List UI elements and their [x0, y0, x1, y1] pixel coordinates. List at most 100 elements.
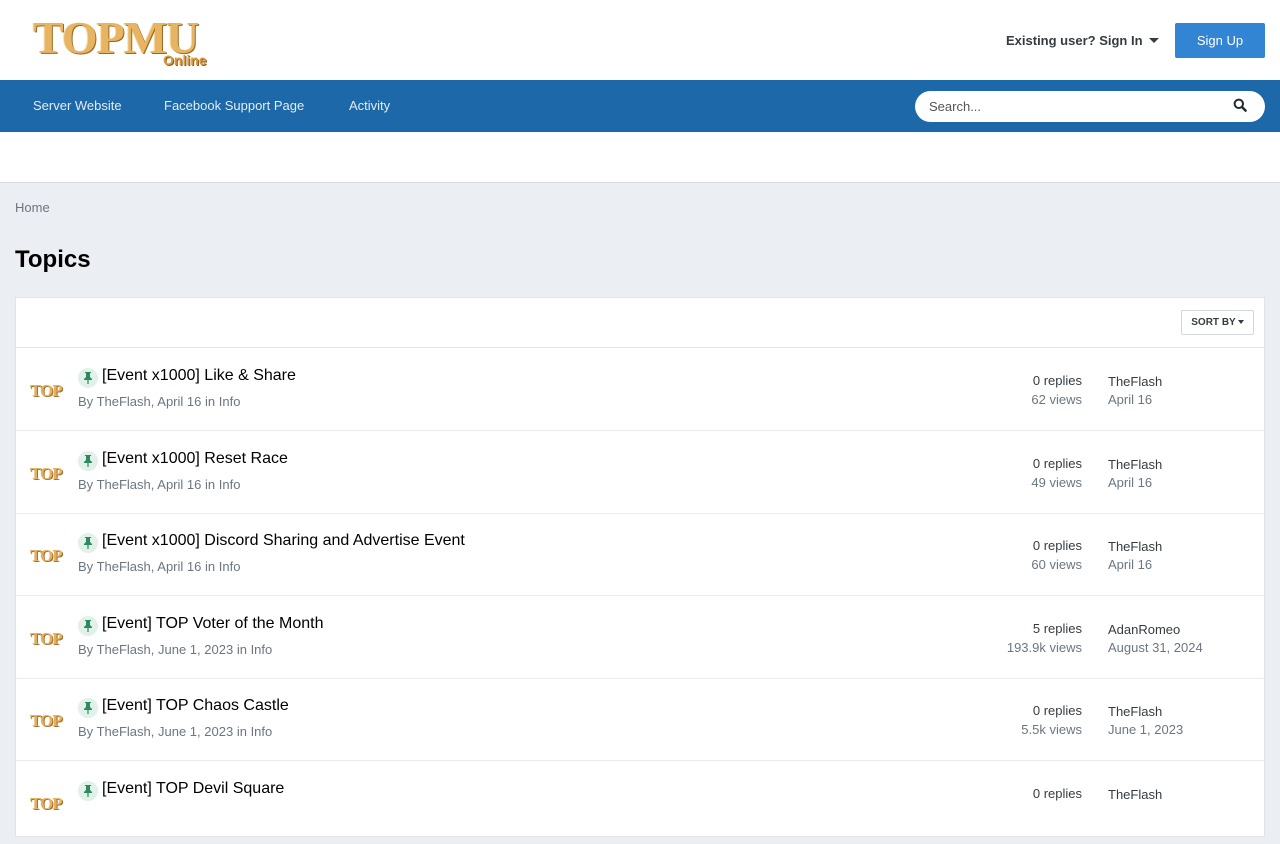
views-count: 49 views: [1031, 475, 1082, 490]
topic-forum-link[interactable]: Info: [219, 559, 241, 574]
sort-by-button[interactable]: SORT BY: [1181, 310, 1254, 335]
in-label: in: [204, 477, 216, 492]
replies-count: 0 replies: [1032, 703, 1082, 718]
topic-author-link[interactable]: TheFlash: [97, 477, 151, 492]
views-count: 62 views: [1031, 392, 1082, 407]
topic-title-link[interactable]: [Event] TOP Voter of the Month: [102, 615, 323, 633]
topic-list-panel: SORT BY TOP [Event x1000] Like & Share By …: [15, 297, 1265, 844]
topic-row[interactable]: TOP [Event] TOP Chaos Castle By TheFlash, …: [16, 678, 1264, 761]
replies-count: 0 replies: [1032, 786, 1082, 801]
views-count: 5.5k views: [1021, 722, 1082, 737]
nav-item-server-website[interactable]: Server Website: [33, 80, 122, 132]
sign-up-button[interactable]: Sign Up: [1175, 23, 1265, 58]
last-post-date: April 16: [1108, 392, 1153, 407]
pinned-icon: [78, 368, 98, 388]
last-post: AdanRomeo August 31, 2024: [1108, 621, 1203, 657]
topic-stats: 0 replies 49 views: [1031, 454, 1082, 492]
topic-forum-link[interactable]: Info: [251, 724, 273, 739]
avatar[interactable]: TOP: [30, 624, 66, 654]
topic-meta: By TheFlash, April 16 in Info: [78, 394, 241, 409]
topic-stats: 0 replies 62 views: [1031, 371, 1082, 409]
logo-subtext: Online: [163, 52, 207, 68]
topic-list-toolbar: SORT BY: [16, 298, 1264, 348]
topic-row[interactable]: TOP [Event x1000] Discord Sharing and Adv…: [16, 513, 1264, 596]
topic-meta: By TheFlash, June 1, 2023 in Info: [78, 724, 273, 739]
topic-title-link[interactable]: [Event x1000] Discord Sharing and Advert…: [102, 532, 465, 550]
topic-forum-link[interactable]: Info: [219, 477, 241, 492]
sign-in-label: Existing user? Sign In: [1006, 33, 1143, 48]
topic-row[interactable]: TOP [Event x1000] Like & Share By TheFlash…: [16, 348, 1264, 431]
topic-title-link[interactable]: [Event] TOP Chaos Castle: [102, 697, 289, 715]
in-label: in: [236, 642, 247, 657]
topic-date: June 1, 2023: [158, 724, 234, 739]
search-box: [915, 91, 1265, 122]
caret-down-icon: [1237, 320, 1244, 324]
topic-date: April 16: [157, 559, 202, 574]
views-count: 193.9k views: [1006, 640, 1082, 655]
avatar[interactable]: TOP: [30, 541, 66, 571]
by-label: By: [78, 477, 94, 492]
in-label: in: [204, 559, 216, 574]
site-header: TOPMU Online Existing user? Sign In Sign…: [0, 0, 1280, 80]
breadcrumb-home[interactable]: Home: [15, 200, 50, 215]
topic-forum-link[interactable]: Info: [251, 642, 273, 657]
replies-count: 0 replies: [1032, 373, 1082, 388]
topic-date: June 1, 2023: [158, 642, 234, 657]
views-count: 60 views: [1031, 557, 1082, 572]
last-post-user-link[interactable]: TheFlash: [1108, 786, 1162, 804]
topic-title-link[interactable]: [Event x1000] Like & Share: [102, 367, 296, 385]
topic-title-link[interactable]: [Event x1000] Reset Race: [102, 450, 288, 468]
last-post-date: April 16: [1108, 557, 1153, 572]
avatar[interactable]: TOP: [30, 376, 66, 406]
last-post: TheFlash April 16: [1108, 373, 1162, 409]
topic-row[interactable]: TOP [Event] TOP Voter of the Month By TheF…: [16, 596, 1264, 679]
replies-count: 5 replies: [1032, 621, 1082, 636]
topic-stats: 5 replies 193.9k views: [1007, 619, 1082, 657]
last-post: TheFlash: [1108, 786, 1162, 804]
topic-author-link[interactable]: TheFlash: [97, 642, 151, 657]
topic-row[interactable]: TOP [Event] TOP Devil Square 0 replies TheF…: [16, 761, 1264, 844]
page-title: Topics: [15, 246, 91, 273]
sign-in-dropdown[interactable]: Existing user? Sign In: [1006, 33, 1159, 48]
avatar[interactable]: TOP: [30, 459, 66, 489]
last-post: TheFlash April 16: [1108, 456, 1162, 492]
topic-title-link[interactable]: [Event] TOP Devil Square: [102, 780, 284, 798]
nav-item-activity[interactable]: Activity: [349, 80, 390, 132]
in-label: in: [236, 724, 247, 739]
avatar[interactable]: TOP: [30, 706, 66, 736]
pinned-icon: [78, 451, 98, 471]
topic-stats: 0 replies 5.5k views: [1021, 701, 1082, 739]
last-post-user-link[interactable]: TheFlash: [1108, 703, 1183, 721]
topic-stats: 0 replies 60 views: [1031, 536, 1082, 574]
last-post-user-link[interactable]: TheFlash: [1108, 456, 1162, 474]
last-post-date: April 16: [1108, 475, 1153, 490]
pinned-icon: [78, 616, 98, 636]
pinned-icon: [78, 533, 98, 553]
replies-count: 0 replies: [1032, 538, 1082, 553]
avatar[interactable]: TOP: [30, 789, 66, 819]
in-label: in: [204, 394, 216, 409]
topic-stats: 0 replies: [1033, 784, 1082, 803]
topic-author-link[interactable]: TheFlash: [97, 724, 151, 739]
search-icon[interactable]: [1233, 98, 1251, 116]
topic-meta: By TheFlash, June 1, 2023 in Info: [78, 642, 273, 657]
nav-item-facebook-support[interactable]: Facebook Support Page: [164, 80, 304, 132]
topic-author-link[interactable]: TheFlash: [97, 559, 151, 574]
topic-author-link[interactable]: TheFlash: [97, 394, 151, 409]
by-label: By: [78, 394, 94, 409]
last-post: TheFlash June 1, 2023: [1108, 703, 1183, 739]
by-label: By: [78, 642, 94, 657]
pinned-icon: [78, 698, 98, 718]
last-post-date: June 1, 2023: [1108, 722, 1184, 737]
last-post-user-link[interactable]: TheFlash: [1108, 373, 1162, 391]
sub-navigation: [0, 132, 1280, 183]
last-post-user-link[interactable]: TheFlash: [1108, 538, 1162, 556]
topic-row[interactable]: TOP [Event x1000] Reset Race By TheFlash, …: [16, 431, 1264, 514]
caret-down-icon: [1148, 38, 1159, 43]
site-logo[interactable]: TOPMU Online: [33, 12, 213, 72]
topic-meta: By TheFlash, April 16 in Info: [78, 559, 241, 574]
search-input[interactable]: [929, 91, 1219, 122]
topic-forum-link[interactable]: Info: [219, 394, 241, 409]
last-post-user-link[interactable]: AdanRomeo: [1108, 621, 1203, 639]
topic-meta: By TheFlash, April 16 in Info: [78, 477, 241, 492]
